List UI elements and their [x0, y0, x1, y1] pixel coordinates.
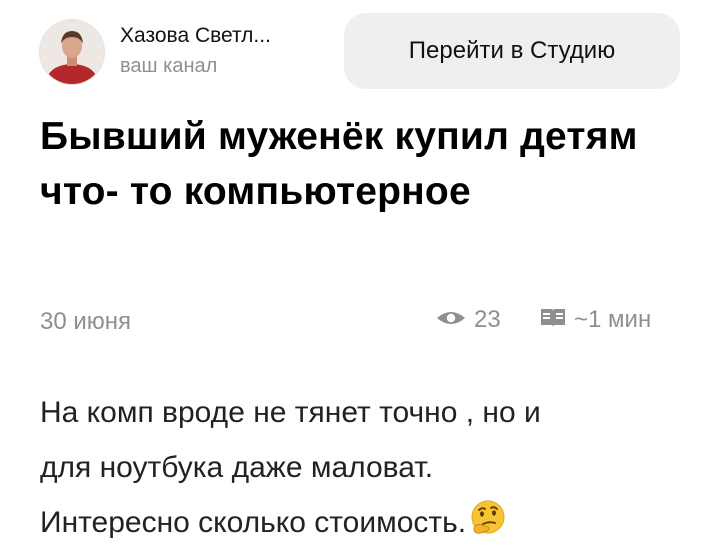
channel-name[interactable]: Хазова Светл... [120, 24, 271, 48]
avatar[interactable] [40, 20, 104, 84]
eye-icon [436, 308, 466, 333]
book-icon [540, 307, 566, 334]
publish-date: 30 июня [40, 308, 132, 335]
body-line: для ноутбука даже маловат. [40, 451, 434, 484]
views-count: 23 [474, 306, 501, 333]
thinking-face-icon [468, 498, 508, 538]
article-page: Хазова Светл... ваш канал Перейти в Студ… [0, 0, 720, 552]
channel-subtitle: ваш канал [120, 55, 218, 77]
views-counter: 23 [436, 306, 501, 334]
avatar-photo [40, 20, 104, 84]
article-body: На комп вроде не тянет точно , но и для … [40, 385, 680, 550]
read-time: ~1 мин [540, 306, 651, 334]
body-line: Интересно сколько стоимость. [40, 506, 467, 539]
article-title: Бывший муженёк купил детям что- то компь… [40, 115, 638, 213]
go-to-studio-button[interactable]: Перейти в Студию [344, 13, 680, 89]
channel-header: Хазова Светл... ваш канал Перейти в Студ… [0, 0, 720, 104]
body-line: На комп вроде не тянет точно , но и [40, 396, 541, 429]
read-time-text: ~1 мин [574, 306, 652, 333]
